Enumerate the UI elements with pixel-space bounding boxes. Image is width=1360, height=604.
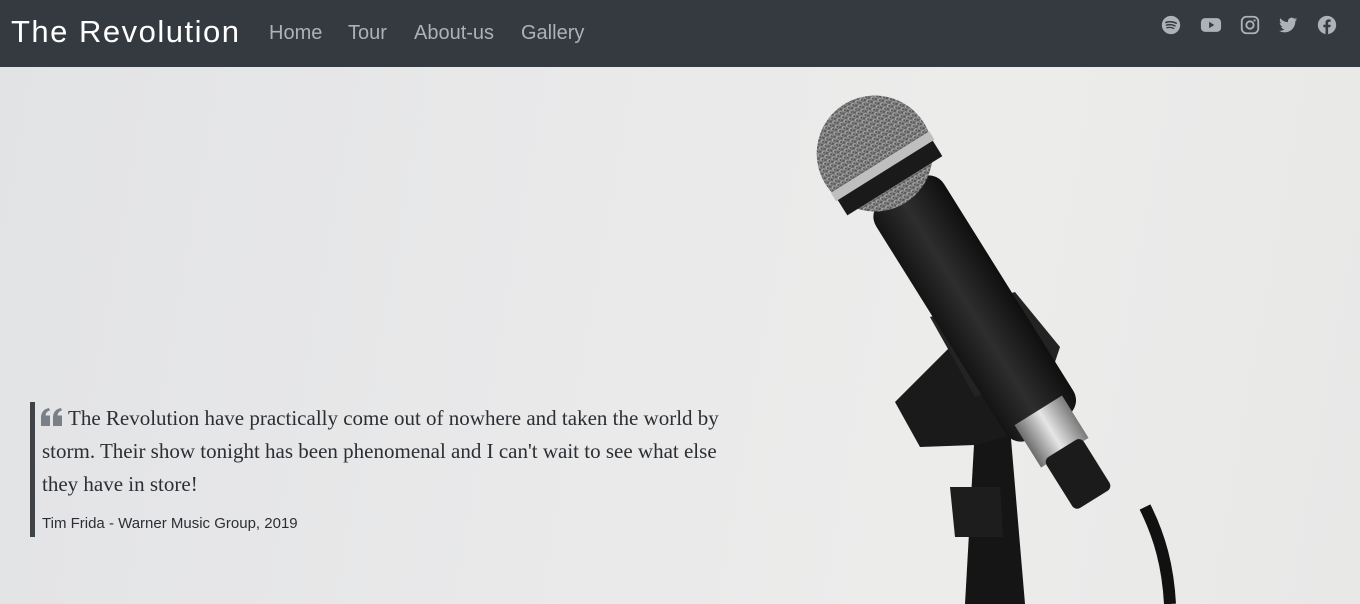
quote-text: The Revolution have practically come out… bbox=[42, 406, 719, 496]
spotify-icon[interactable] bbox=[1159, 13, 1183, 37]
youtube-icon[interactable] bbox=[1199, 13, 1223, 37]
facebook-icon[interactable] bbox=[1315, 13, 1339, 37]
twitter-icon[interactable] bbox=[1276, 13, 1300, 37]
quote-source: Tim Frida - Warner Music Group, 2019 bbox=[42, 515, 298, 532]
brand-logo[interactable]: The Revolution bbox=[11, 13, 241, 51]
nav-tour[interactable]: Tour bbox=[348, 20, 387, 46]
testimonial-quote: The Revolution have practically come out… bbox=[30, 402, 735, 537]
instagram-icon[interactable] bbox=[1238, 13, 1262, 37]
nav-about-us[interactable]: About-us bbox=[414, 20, 494, 46]
nav-home[interactable]: Home bbox=[269, 20, 322, 46]
hero-section: The Revolution have practically come out… bbox=[0, 67, 1360, 604]
nav-gallery[interactable]: Gallery bbox=[521, 20, 584, 46]
navbar: The Revolution Home Tour About-us Galler… bbox=[0, 0, 1360, 67]
